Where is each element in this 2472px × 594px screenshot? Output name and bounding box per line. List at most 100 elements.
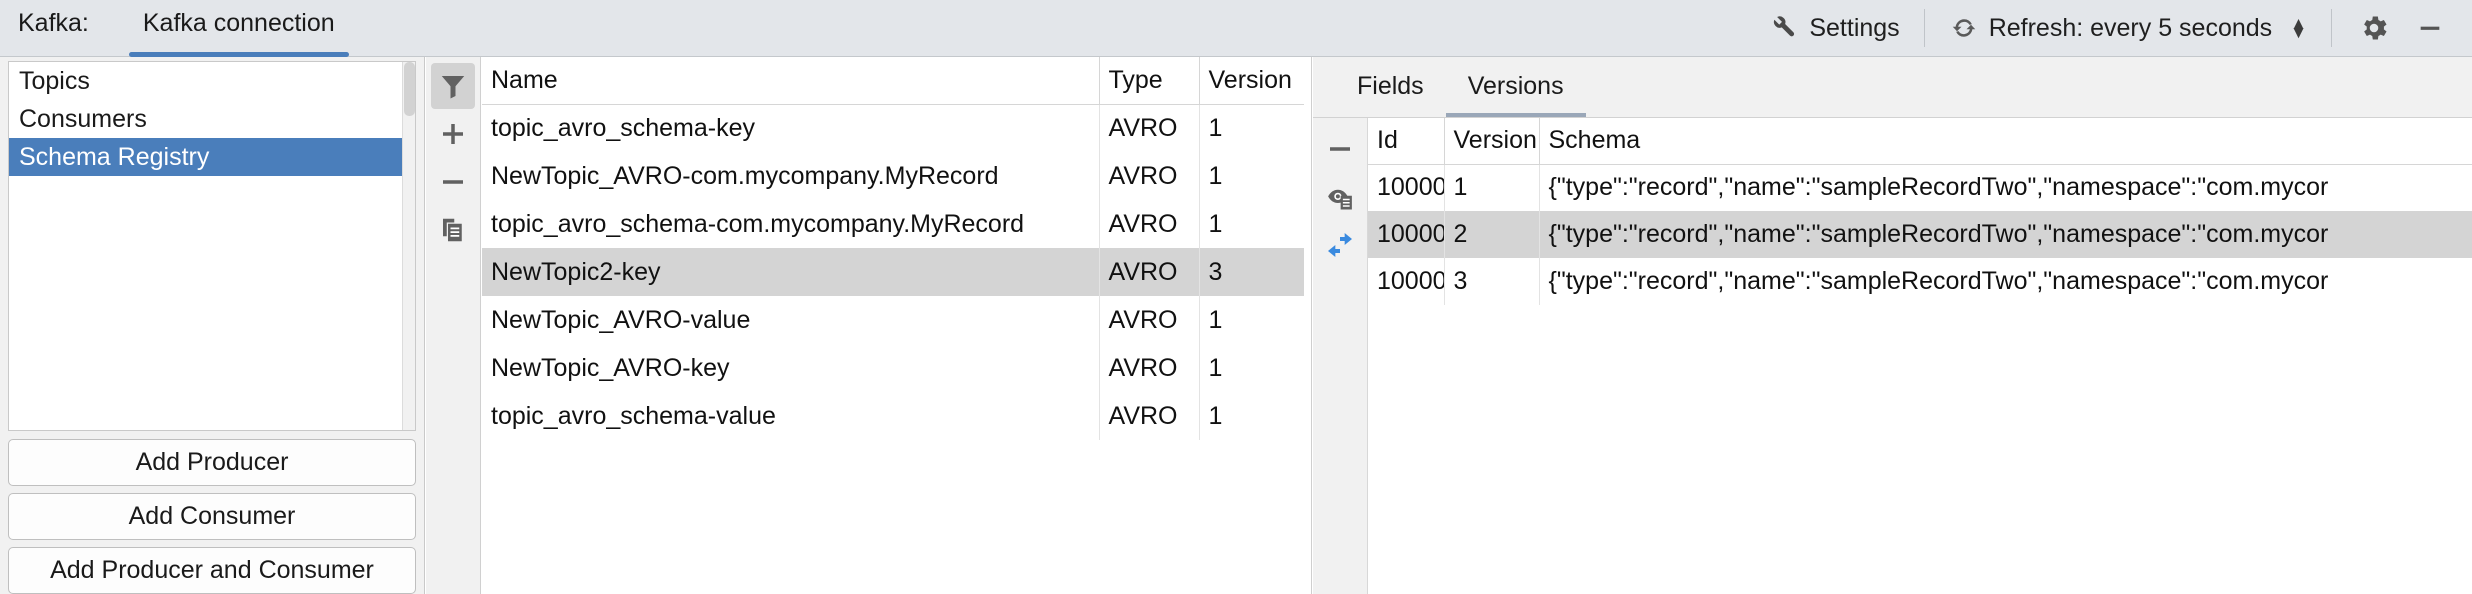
cell-schema: {"type":"record","name":"sampleRecordTwo… — [1539, 211, 2472, 258]
versions-header-row: Id Version Schema — [1368, 118, 2472, 165]
table-row[interactable]: NewTopic_AVRO-com.mycompany.MyRecord AVR… — [482, 152, 1304, 200]
versions-row-selected[interactable]: 100005 2 {"type":"record","name":"sample… — [1368, 211, 2472, 258]
tab-fields-label: Fields — [1357, 72, 1424, 100]
sidebar-item-schema-registry[interactable]: Schema Registry — [9, 138, 415, 176]
wrench-icon — [1769, 13, 1799, 43]
sidebar-list: Topics Consumers Schema Registry — [8, 61, 416, 431]
cell-name: NewTopic2-key — [482, 248, 1100, 296]
add-consumer-button[interactable]: Add Consumer — [8, 493, 416, 540]
schema-registry-table-panel: Name Type Version topic_avro_schema-key … — [482, 57, 1304, 594]
column-header-id[interactable]: Id — [1368, 118, 1445, 165]
panel-splitter[interactable] — [1304, 57, 1312, 594]
cell-version: 2 — [1444, 211, 1540, 258]
compare-versions-icon[interactable] — [1318, 222, 1362, 268]
plus-icon[interactable] — [431, 111, 475, 157]
cell-schema: {"type":"record","name":"sampleRecordTwo… — [1548, 267, 2329, 295]
filter-icon[interactable] — [431, 63, 475, 109]
cell-version: 1 — [1208, 209, 1223, 238]
versions-table: Id Version Schema 100004 1 {"type":"reco… — [1368, 118, 2472, 305]
preview-schema-icon[interactable] — [1318, 174, 1362, 220]
cell-name: NewTopic_AVRO-com.mycompany.MyRecord — [482, 152, 1100, 200]
cell-version: 1 — [1208, 353, 1223, 382]
header-actions: Settings Refresh: every 5 seconds ▲ ▼ — [1759, 0, 2472, 57]
cell-name: NewTopic_AVRO-key — [482, 344, 1100, 392]
copy-icon[interactable] — [431, 207, 475, 253]
table-row[interactable]: topic_avro_schema-com.mycompany.MyRecord… — [482, 200, 1304, 248]
cell-type: AVRO — [1099, 200, 1200, 248]
toolwindow-header: Kafka: Kafka connection Settings Refresh… — [0, 0, 2472, 57]
header-tabs: Kafka: Kafka connection — [0, 0, 353, 57]
tab-underline — [1335, 113, 1446, 117]
cell-type: AVRO — [1099, 152, 1200, 200]
refresh-interval-selector[interactable]: Refresh: every 5 seconds ▲ ▼ — [1939, 9, 2317, 47]
cell-version: 1 — [1208, 401, 1223, 430]
add-producer-and-consumer-label: Add Producer and Consumer — [50, 556, 374, 584]
cell-type: AVRO — [1099, 248, 1200, 296]
add-producer-label: Add Producer — [135, 448, 289, 476]
spinner-arrows-icon[interactable]: ▲ ▼ — [2290, 14, 2307, 41]
sidebar-item-label: Topics — [19, 66, 90, 95]
cell-name: topic_avro_schema-com.mycompany.MyRecord — [482, 200, 1100, 248]
cell-id: 100004 — [1368, 164, 1445, 211]
tab-fields[interactable]: Fields — [1335, 72, 1446, 117]
sidebar-item-topics[interactable]: Topics — [9, 62, 415, 100]
cell-name: topic_avro_schema-key — [482, 104, 1100, 152]
cell-type: AVRO — [1099, 344, 1200, 392]
versions-table-wrap: Id Version Schema 100004 1 {"type":"reco… — [1368, 118, 2472, 594]
sidebar-action-buttons: Add Producer Add Consumer Add Producer a… — [0, 431, 424, 594]
tab-kafka-connection-label: Kafka connection — [142, 8, 335, 37]
table-row[interactable]: NewTopic_AVRO-key AVRO 1 — [482, 344, 1304, 392]
tab-versions[interactable]: Versions — [1445, 72, 1586, 117]
kafka-label: Kafka: — [18, 8, 89, 37]
column-header-version[interactable]: Version — [1444, 118, 1540, 165]
cell-type: AVRO — [1099, 392, 1200, 440]
cell-type: AVRO — [1099, 104, 1200, 152]
cell-version: 3 — [1444, 258, 1540, 305]
minus-icon[interactable] — [431, 159, 475, 205]
kafka-tool-window: Kafka: Kafka connection Settings Refresh… — [0, 0, 2472, 594]
cell-version: 3 — [1199, 248, 1304, 296]
table-row[interactable]: topic_avro_schema-value AVRO 1 — [482, 392, 1304, 440]
cell-name: NewTopic_AVRO-value — [482, 296, 1100, 344]
cell-id: 100005 — [1368, 211, 1445, 258]
tab-versions-label: Versions — [1467, 72, 1564, 100]
details-tabs: Fields Versions — [1313, 57, 2472, 118]
sidebar-scrollbar[interactable] — [402, 62, 415, 430]
table-row[interactable]: NewTopic_AVRO-value AVRO 1 — [482, 296, 1304, 344]
versions-row[interactable]: 100006 3 {"type":"record","name":"sample… — [1368, 258, 2472, 305]
cell-version: 1 — [1208, 161, 1223, 190]
versions-toolstrip — [1313, 118, 1368, 594]
settings-button[interactable]: Settings — [1759, 9, 1909, 47]
sidebar-item-consumers[interactable]: Consumers — [9, 100, 415, 138]
schema-list-toolstrip — [426, 57, 481, 594]
column-header-name[interactable]: Name — [482, 57, 1100, 105]
sidebar: Topics Consumers Schema Registry Add Pro… — [0, 57, 425, 594]
add-producer-and-consumer-button[interactable]: Add Producer and Consumer — [8, 547, 416, 594]
settings-label: Settings — [1809, 13, 1900, 42]
tab-kafka-connection[interactable]: Kafka connection — [125, 8, 353, 57]
cell-version: 1 — [1208, 305, 1223, 334]
cell-id: 100006 — [1368, 258, 1445, 305]
table-row-selected[interactable]: NewTopic2-key AVRO 3 — [482, 248, 1304, 296]
table-row[interactable]: topic_avro_schema-key AVRO 1 — [482, 104, 1304, 152]
sidebar-item-label: Consumers — [19, 104, 147, 133]
add-consumer-label: Add Consumer — [128, 502, 296, 530]
schema-details-panel: Fields Versions Id Version Schema 1000 1… — [1313, 57, 2472, 594]
versions-row[interactable]: 100004 1 {"type":"record","name":"sample… — [1368, 164, 2472, 211]
header-divider-1 — [1923, 9, 1925, 47]
sidebar-scrollbar-thumb[interactable] — [404, 62, 415, 116]
cell-name: topic_avro_schema-value — [482, 392, 1100, 440]
active-tab-underline — [128, 51, 349, 57]
gear-icon[interactable] — [2346, 6, 2402, 50]
details-body: Id Version Schema 100004 1 {"type":"reco… — [1313, 118, 2472, 594]
minimize-icon[interactable] — [2402, 6, 2458, 50]
minus-icon[interactable] — [1318, 126, 1362, 172]
column-header-schema[interactable]: Schema — [1539, 118, 2472, 165]
refresh-interval-label: Refresh: every 5 seconds — [1988, 13, 2273, 42]
add-producer-button[interactable]: Add Producer — [8, 439, 416, 486]
schema-registry-table: Name Type Version topic_avro_schema-key … — [482, 57, 1304, 440]
column-header-version[interactable]: Version — [1199, 57, 1304, 105]
tab-underline-active — [1445, 113, 1586, 117]
column-header-type[interactable]: Type — [1099, 57, 1200, 105]
sidebar-item-label: Schema Registry — [19, 142, 210, 171]
